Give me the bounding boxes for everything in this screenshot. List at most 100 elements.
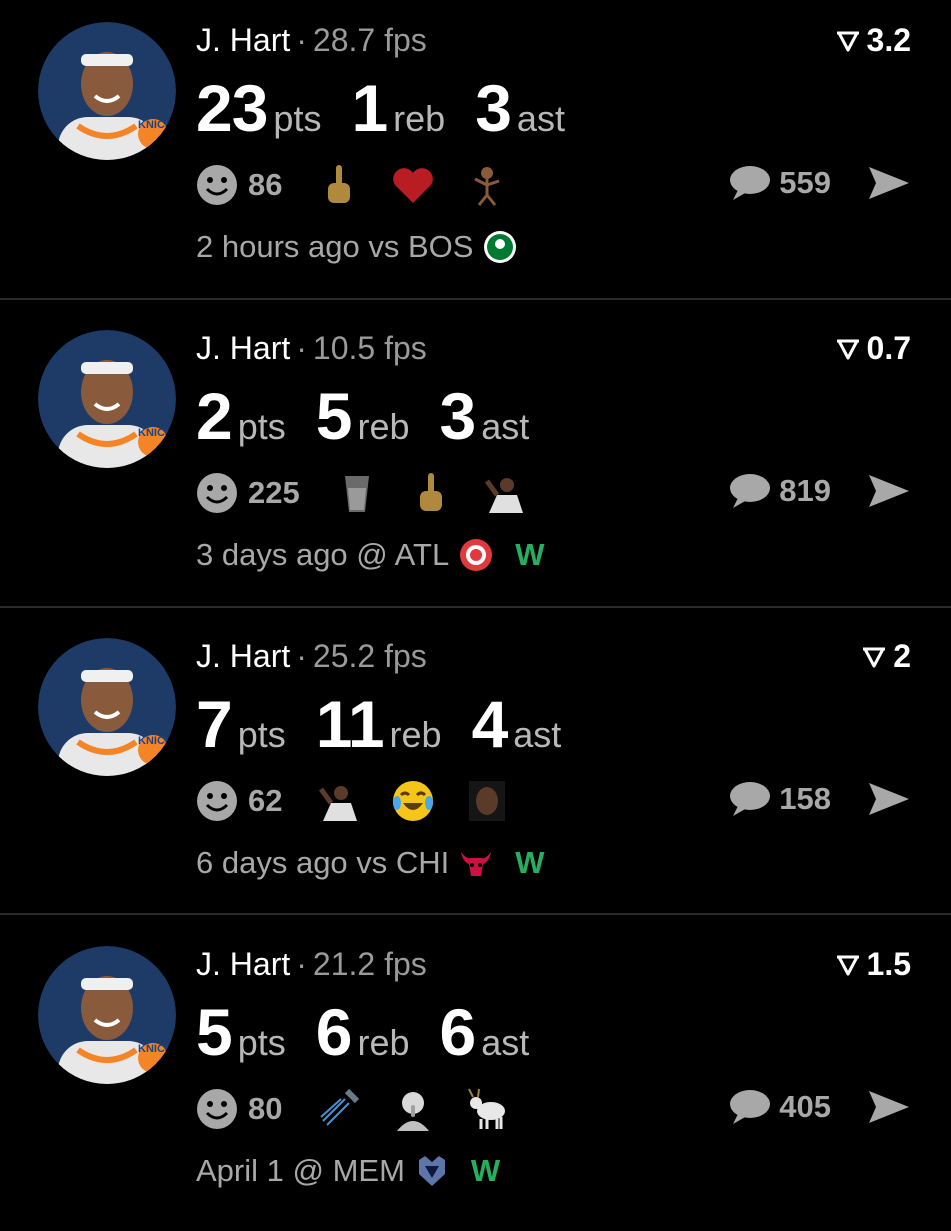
tears-of-joy-icon[interactable] (390, 778, 436, 824)
add-reaction-icon[interactable] (196, 1088, 238, 1130)
post-card[interactable]: KNICKS J. Hart · 10.5 fps 0.7 2 pts 5 reb 3a… (0, 308, 951, 615)
post-header: J. Hart · 10.5 fps (196, 330, 427, 367)
game-info: April 1 @ MEM W (196, 1153, 500, 1189)
svg-text:KNICKS: KNICKS (138, 119, 176, 131)
post-header: J. Hart · 25.2 fps (196, 638, 427, 675)
hawks-logo-icon (460, 539, 493, 571)
stat-line: 5 pts 6 reb 6 ast (196, 994, 559, 1070)
fantasy-points: 21.2 fps (312, 946, 427, 982)
comment-count[interactable]: 158 (779, 781, 831, 817)
points-value: 2 (196, 379, 233, 453)
game-result: W (515, 845, 545, 880)
middle-finger-icon[interactable] (316, 162, 362, 208)
rebounds-value: 11 (315, 687, 385, 761)
rating-value: 0.7 (866, 330, 911, 366)
card-divider (0, 298, 951, 300)
player-avatar[interactable]: KNICKS (38, 22, 176, 160)
rating-icon (836, 339, 859, 359)
post-card[interactable]: KNICKS J. Hart · 21.2 fps 1.5 5 pts 6 reb 6a… (0, 924, 951, 1231)
player-face-icon[interactable] (464, 778, 510, 824)
stat-line: 23 pts 1 reb 3 ast (196, 70, 595, 146)
svg-text:KNICKS: KNICKS (138, 735, 176, 747)
comment-icon[interactable] (727, 780, 771, 818)
rebounds-label: reb (357, 1022, 410, 1063)
reaction-count[interactable]: 80 (248, 1091, 282, 1127)
rating-icon (836, 31, 859, 51)
bulls-logo-icon (461, 852, 492, 876)
comment-icon[interactable] (727, 1088, 771, 1126)
add-reaction-icon[interactable] (196, 780, 238, 822)
reactions-bar: 80 (196, 1086, 538, 1132)
assists-value: 4 (471, 687, 509, 761)
post-header: J. Hart · 21.2 fps (196, 946, 427, 983)
game-time: April 1 (196, 1153, 284, 1188)
flexing-person-icon[interactable] (482, 470, 528, 516)
comment-count[interactable]: 819 (779, 473, 831, 509)
rating-value: 2 (893, 638, 911, 674)
rating-score[interactable]: 1.5 (835, 946, 911, 983)
share-icon[interactable] (867, 165, 911, 201)
player-name[interactable]: J. Hart (196, 22, 290, 58)
comment-count[interactable]: 405 (779, 1089, 831, 1125)
rebounds-label: reb (389, 714, 442, 755)
rating-score[interactable]: 3.2 (835, 22, 911, 59)
assists-label: ast (516, 98, 565, 139)
points-label: pts (237, 714, 286, 755)
comment-icon[interactable] (727, 472, 771, 510)
player-name[interactable]: J. Hart (196, 946, 290, 982)
middle-finger-icon[interactable] (408, 470, 454, 516)
post-card[interactable]: KNICKS J. Hart · 28.7 fps 3.2 23 pts 1 reb 3… (0, 0, 951, 307)
player-avatar[interactable]: KNICKS (38, 330, 176, 468)
glass-of-water-icon[interactable] (334, 470, 380, 516)
player-name[interactable]: J. Hart (196, 330, 290, 366)
reaction-count[interactable]: 225 (248, 475, 300, 511)
bird-figure-icon[interactable] (464, 162, 510, 208)
separator-dot: · (296, 22, 307, 58)
rating-score[interactable]: 2 (861, 638, 911, 675)
rating-value: 3.2 (866, 22, 911, 58)
fantasy-points: 28.7 fps (312, 22, 427, 58)
player-avatar[interactable]: KNICKS (38, 946, 176, 1084)
points-label: pts (237, 406, 286, 447)
rating-icon (863, 647, 886, 667)
share-icon[interactable] (867, 473, 911, 509)
add-reaction-icon[interactable] (196, 164, 238, 206)
post-card[interactable]: KNICKS J. Hart · 25.2 fps 2 7 pts 11 reb 4 as… (0, 616, 951, 923)
reaction-count[interactable]: 86 (248, 167, 282, 203)
add-reaction-icon[interactable] (196, 472, 238, 514)
heart-icon[interactable] (390, 162, 436, 208)
separator-dot: · (296, 946, 307, 982)
rebounds-value: 6 (315, 995, 353, 1069)
game-info: 2 hours ago vs BOS (196, 229, 517, 265)
game-time: 6 days ago (196, 845, 348, 880)
post-header: J. Hart · 28.7 fps (196, 22, 427, 59)
flexing-person-icon[interactable] (316, 778, 362, 824)
goat-icon[interactable] (464, 1086, 510, 1132)
comments-bar: 559 (727, 164, 911, 202)
points-value: 7 (196, 687, 233, 761)
rebounds-label: reb (357, 406, 410, 447)
comments-bar: 405 (727, 1088, 911, 1126)
share-icon[interactable] (867, 1089, 911, 1125)
comment-count[interactable]: 559 (779, 165, 831, 201)
points-label: pts (237, 1022, 286, 1063)
shushing-face-icon[interactable] (390, 1086, 436, 1132)
share-icon[interactable] (867, 781, 911, 817)
shower-head-icon[interactable] (316, 1086, 362, 1132)
stat-line: 7 pts 11 reb 4 ast (196, 686, 591, 762)
player-avatar[interactable]: KNICKS (38, 638, 176, 776)
celtics-logo-icon (484, 231, 517, 263)
comments-bar: 819 (727, 472, 911, 510)
assists-label: ast (481, 406, 530, 447)
comment-icon[interactable] (727, 164, 771, 202)
game-time: 3 days ago (196, 537, 348, 572)
points-label: pts (273, 98, 322, 139)
grizzlies-logo-icon (418, 1156, 445, 1186)
reactions-bar: 62 (196, 778, 538, 824)
rating-score[interactable]: 0.7 (835, 330, 911, 367)
matchup: vs CHI (356, 845, 450, 880)
assists-label: ast (513, 714, 562, 755)
player-name[interactable]: J. Hart (196, 638, 290, 674)
reaction-count[interactable]: 62 (248, 783, 282, 819)
points-value: 23 (196, 71, 268, 145)
